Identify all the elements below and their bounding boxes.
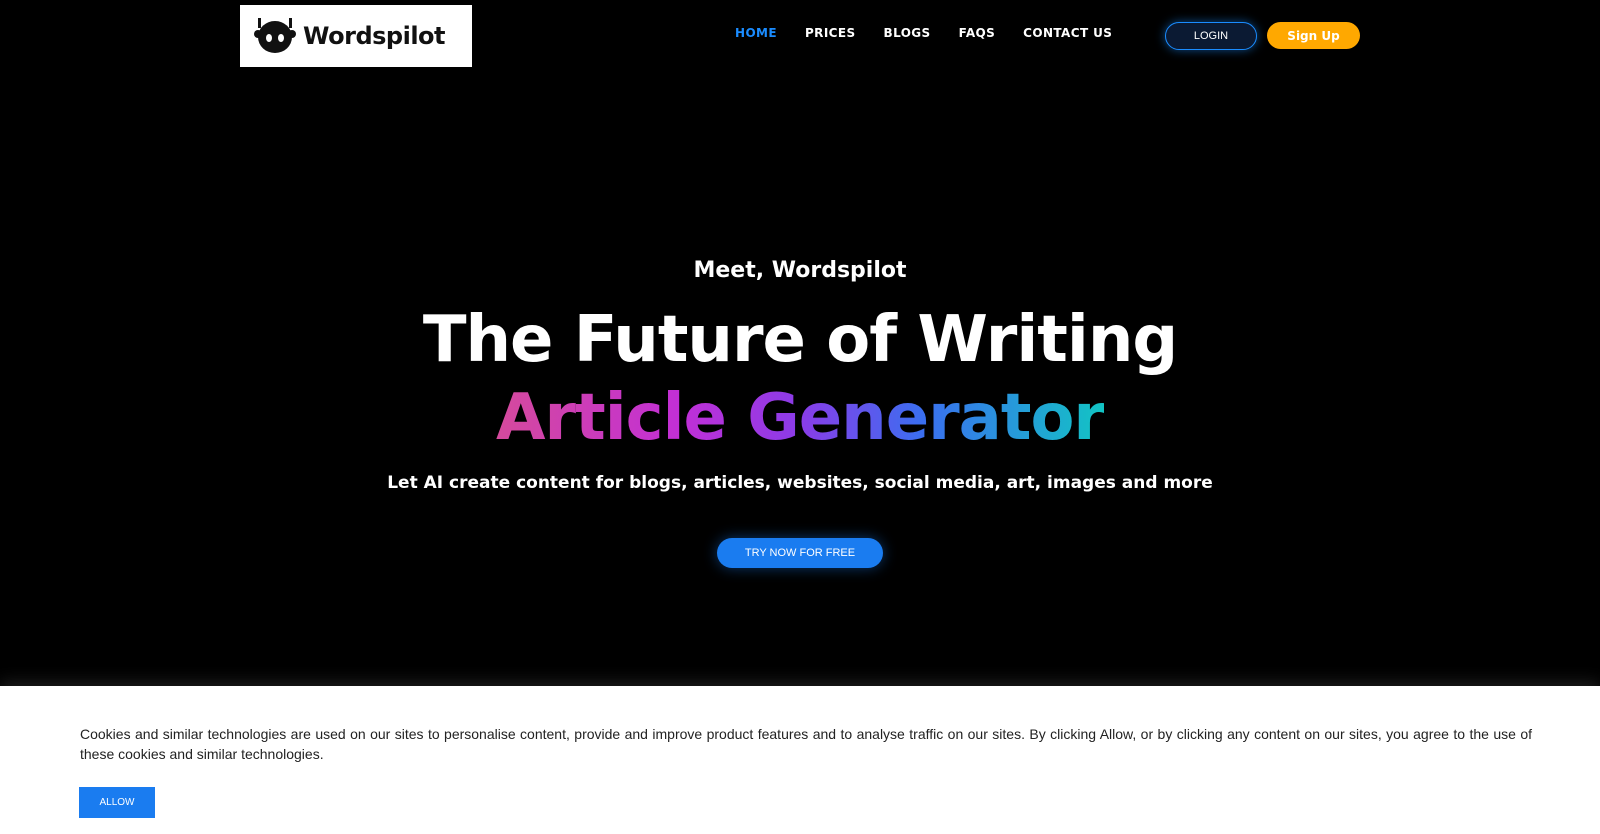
robot-head-icon xyxy=(254,18,296,53)
login-button[interactable]: LOGIN xyxy=(1165,22,1257,50)
nav-item-prices[interactable]: PRICES xyxy=(805,26,856,40)
logo[interactable]: Wordspilot xyxy=(240,5,472,67)
hero-subtitle: Let AI create content for blogs, article… xyxy=(387,473,1213,493)
site-header: Wordspilot HOME PRICES BLOGS FAQS CONTAC… xyxy=(0,0,1600,72)
cookie-banner: Cookies and similar technologies are use… xyxy=(0,686,1600,834)
cookie-text: Cookies and similar technologies are use… xyxy=(80,726,1532,762)
nav-item-faqs[interactable]: FAQS xyxy=(959,26,996,40)
hero-title: The Future of Writing xyxy=(422,303,1178,377)
allow-cookies-button[interactable]: ALLOW xyxy=(79,787,155,818)
hero-eyebrow: Meet, Wordspilot xyxy=(693,258,907,283)
logo-text: Wordspilot xyxy=(303,22,446,50)
try-now-button[interactable]: TRY NOW FOR FREE xyxy=(717,538,883,568)
hero-section: Meet, Wordspilot The Future of Writing A… xyxy=(0,72,1600,672)
signup-button[interactable]: Sign Up xyxy=(1267,22,1360,49)
nav-item-blogs[interactable]: BLOGS xyxy=(884,26,931,40)
main-nav: HOME PRICES BLOGS FAQS CONTACT US xyxy=(735,26,1112,40)
hero-gradient-title: Article Generator xyxy=(496,381,1105,455)
hero-gradient-title-wrap: Article Generator xyxy=(0,378,1600,458)
nav-item-home[interactable]: HOME xyxy=(735,26,777,40)
nav-item-contact-us[interactable]: CONTACT US xyxy=(1023,26,1112,40)
